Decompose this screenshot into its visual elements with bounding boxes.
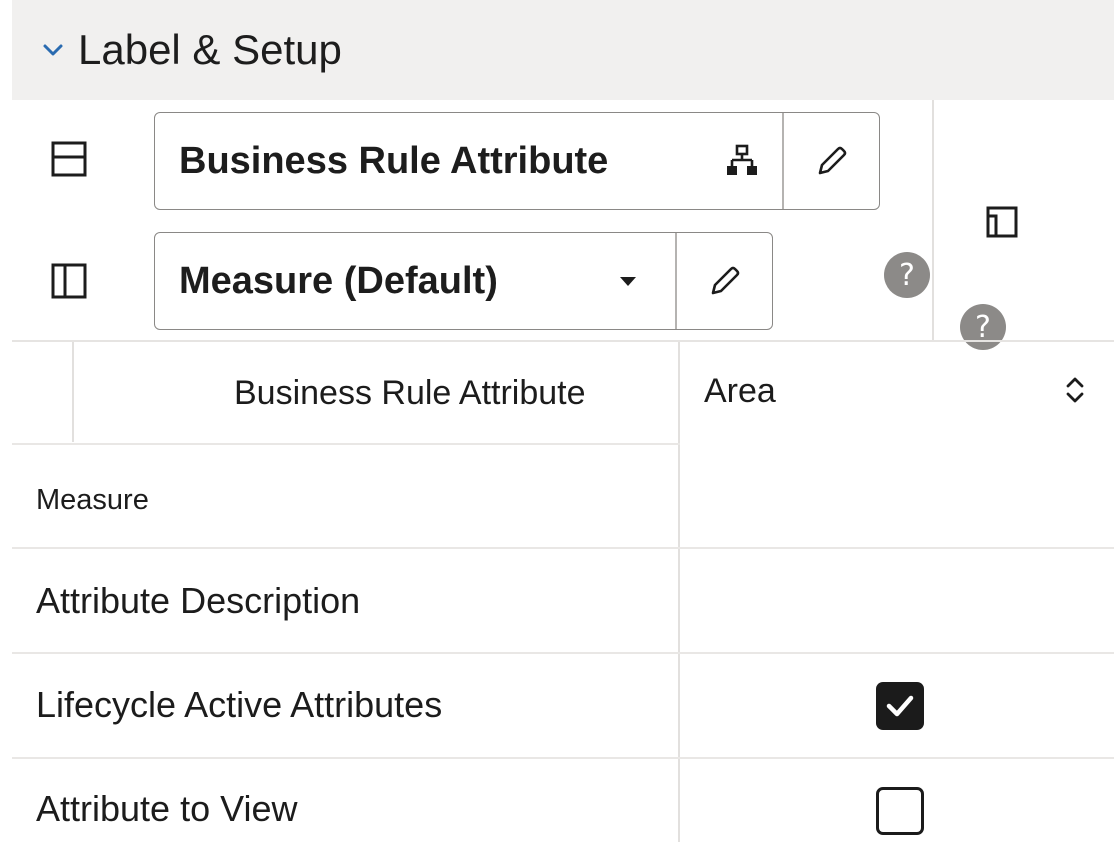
label-attribute-value: Business Rule Attribute bbox=[179, 139, 609, 182]
pencil-icon bbox=[711, 266, 739, 295]
attribute-to-view-checkbox[interactable] bbox=[876, 787, 924, 835]
table-header-attribute: Business Rule Attribute bbox=[234, 374, 586, 412]
sort-updown-icon[interactable] bbox=[1060, 372, 1090, 408]
layout-side-panel-icon bbox=[50, 262, 88, 300]
pencil-icon bbox=[818, 146, 846, 175]
edit-label-button[interactable] bbox=[784, 113, 879, 209]
table-row-label: Attribute Description bbox=[36, 580, 361, 621]
measure-select-value: Measure (Default) bbox=[179, 259, 498, 302]
label-attribute-field[interactable]: Business Rule Attribute bbox=[154, 112, 880, 210]
layout-corner-panel-icon[interactable] bbox=[985, 205, 1019, 239]
checkmark-icon bbox=[886, 695, 914, 717]
table-row-label: Measure bbox=[36, 484, 149, 516]
section-title: Label & Setup bbox=[78, 26, 342, 73]
table-header-area: Area bbox=[704, 372, 776, 410]
hierarchy-icon[interactable] bbox=[705, 113, 779, 209]
edit-measure-button[interactable] bbox=[677, 233, 772, 329]
layout-top-panel-icon bbox=[50, 140, 88, 178]
table-row-label: Attribute to View bbox=[36, 788, 298, 829]
lifecycle-active-checkbox[interactable] bbox=[876, 682, 924, 730]
chevron-down-icon[interactable] bbox=[40, 37, 66, 63]
help-icon[interactable]: ? bbox=[884, 252, 930, 298]
table-row-label: Lifecycle Active Attributes bbox=[36, 684, 443, 725]
help-icon-secondary[interactable]: ? bbox=[960, 304, 1006, 350]
measure-select[interactable]: Measure (Default) bbox=[154, 232, 773, 330]
section-header-label-setup[interactable]: Label & Setup bbox=[12, 0, 1114, 100]
caret-down-icon[interactable] bbox=[603, 233, 653, 329]
